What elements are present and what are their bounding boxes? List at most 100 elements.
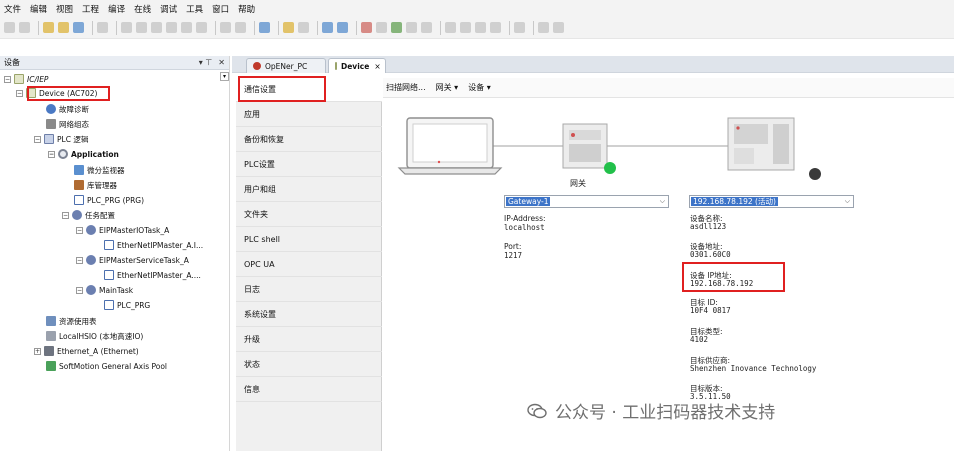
menu-help[interactable]: 帮助 [238, 3, 255, 15]
tree-item-resource-usage[interactable]: 资源使用表 [46, 314, 97, 328]
forward-icon[interactable] [19, 22, 30, 33]
nav-plc-shell[interactable]: PLC shell [236, 228, 382, 252]
nav-backup-restore[interactable]: 备份和恢复 [236, 128, 382, 152]
nav-folders[interactable]: 文件夹 [236, 203, 382, 227]
step-over-icon[interactable] [445, 22, 456, 33]
collapse-icon[interactable]: − [76, 226, 83, 234]
add-object-icon[interactable] [283, 22, 294, 33]
nav-upgrade[interactable]: 升级 [236, 328, 382, 352]
select-all-icon[interactable] [259, 22, 270, 33]
tree-item-application[interactable]: − Application [48, 147, 119, 161]
tree-item-label: EtherNetIPMaster_A.... [117, 270, 201, 280]
collapse-icon[interactable]: − [4, 75, 11, 83]
menu-view[interactable]: 视图 [56, 3, 73, 15]
menu-project[interactable]: 工程 [82, 3, 99, 15]
print-icon[interactable] [97, 22, 108, 33]
step-out-icon[interactable] [475, 22, 486, 33]
menu-online[interactable]: 在线 [134, 3, 151, 15]
delete-icon[interactable] [196, 22, 207, 33]
tree-item-axis-pool[interactable]: SoftMotion General Axis Pool [46, 359, 167, 373]
cut-icon[interactable] [151, 22, 162, 33]
tree-item-plc-prg[interactable]: PLC_PRG (PRG) [74, 193, 144, 207]
tree-item-ethernet-a[interactable]: + Ethernet_A (Ethernet) [34, 344, 139, 358]
tree-item-library-manager[interactable]: 库管理器 [74, 178, 117, 192]
collapse-icon[interactable]: − [76, 256, 83, 264]
tree-item-main-task[interactable]: − MainTask [76, 283, 133, 297]
rebuild-icon[interactable] [337, 22, 348, 33]
undo-icon[interactable] [121, 22, 132, 33]
nav-information[interactable]: 信息 [236, 378, 382, 402]
highlight-box-device-ip [682, 262, 785, 292]
tree-item-eip-io-task[interactable]: − EIPMasterIOTask_A [76, 223, 169, 237]
new-project-icon[interactable] [43, 22, 54, 33]
collapse-icon[interactable]: − [16, 89, 23, 97]
nav-status[interactable]: 状态 [236, 353, 382, 377]
tree-item-local-hsio[interactable]: LocalHSIO (本地高速IO) [46, 329, 143, 343]
nav-system-settings[interactable]: 系统设置 [236, 303, 382, 327]
tree-item-task-config[interactable]: − 任务配置 [62, 208, 115, 222]
nav-application[interactable]: 应用 [236, 103, 382, 127]
save-icon[interactable] [73, 22, 84, 33]
copy-icon[interactable] [166, 22, 177, 33]
tree-item-label: Ethernet_A (Ethernet) [57, 346, 139, 356]
tree-dropdown-icon[interactable]: ▾ [220, 72, 229, 81]
nav-opc-ua[interactable]: OPC UA [236, 253, 382, 277]
task-config-icon [72, 210, 82, 220]
menu-debug[interactable]: 调试 [160, 3, 177, 15]
open-folder-icon[interactable] [58, 22, 69, 33]
collapse-icon[interactable]: − [62, 211, 69, 219]
target-vendor-value: Shenzhen Inovance Technology [690, 364, 817, 373]
reset-icon[interactable] [421, 22, 432, 33]
scan-network-button[interactable]: 扫描网络... [386, 82, 426, 93]
tree-item-eip-service-task[interactable]: − EIPMasterServiceTask_A [76, 253, 189, 267]
collapse-icon[interactable]: − [76, 286, 83, 294]
tree-item-label: MainTask [99, 285, 134, 295]
target-id-value: 10F4 0817 [690, 306, 731, 315]
tree-item-eip-master-service[interactable]: EtherNetIPMaster_A.... [104, 268, 201, 282]
redo-icon[interactable] [136, 22, 147, 33]
panel-close-icon[interactable]: ✕ [218, 58, 225, 67]
menu-tools[interactable]: 工具 [186, 3, 203, 15]
write-values-icon[interactable] [514, 22, 525, 33]
back-icon[interactable] [4, 22, 15, 33]
tree-item-project[interactable]: − IC/IEP [4, 72, 48, 86]
nav-users-groups[interactable]: 用户和组 [236, 178, 382, 202]
paste-icon[interactable] [181, 22, 192, 33]
collapse-icon[interactable]: − [48, 150, 55, 158]
device-select[interactable]: 192.168.78.192 (活动) ⌵ [689, 195, 854, 208]
tree-item-eip-master-io[interactable]: EtherNetIPMaster_A.I... [104, 238, 203, 252]
tree-item-monitor[interactable]: 微分监视器 [74, 163, 125, 177]
menu-window[interactable]: 窗口 [212, 3, 229, 15]
device-menu-button[interactable]: 设备 ▾ [468, 82, 491, 93]
find-icon[interactable] [220, 22, 231, 33]
tree-item-plc-logic[interactable]: − PLC 逻辑 [34, 132, 88, 146]
menu-edit[interactable]: 编辑 [30, 3, 47, 15]
menu-file[interactable]: 文件 [4, 3, 21, 15]
gateway-select[interactable]: Gateway-1 ⌵ [504, 195, 669, 208]
tree-item-main-plc-prg[interactable]: PLC_PRG [104, 298, 150, 312]
nav-plc-settings[interactable]: PLC设置 [236, 153, 382, 177]
build-icon[interactable] [322, 22, 333, 33]
nav-log[interactable]: 日志 [236, 278, 382, 302]
run-icon[interactable] [391, 22, 402, 33]
tab-close-icon[interactable]: × [374, 62, 380, 71]
login-icon[interactable] [361, 22, 372, 33]
panel-pin-icon[interactable]: ▾ ⊤ [199, 58, 213, 67]
step-into-icon[interactable] [460, 22, 471, 33]
tree-item-diagnosis[interactable]: 故障诊断 [46, 102, 89, 116]
expand-icon[interactable]: + [34, 347, 41, 355]
monitor-icon[interactable] [538, 22, 549, 33]
logout-icon[interactable] [376, 22, 387, 33]
stop-icon[interactable] [406, 22, 417, 33]
collapse-icon[interactable]: − [34, 135, 41, 143]
help-icon[interactable] [553, 22, 564, 33]
replace-icon[interactable] [235, 22, 246, 33]
tab-device[interactable]: Device × [328, 58, 386, 73]
gateway-menu-button[interactable]: 网关 ▾ [436, 82, 459, 93]
ethernet-icon [44, 346, 54, 356]
breakpoint-icon[interactable] [490, 22, 501, 33]
tab-opener-pc[interactable]: OpENer_PC [246, 58, 326, 73]
tree-item-network-config[interactable]: 网络组态 [46, 117, 89, 131]
add-device-icon[interactable] [298, 22, 309, 33]
menu-build[interactable]: 编译 [108, 3, 125, 15]
